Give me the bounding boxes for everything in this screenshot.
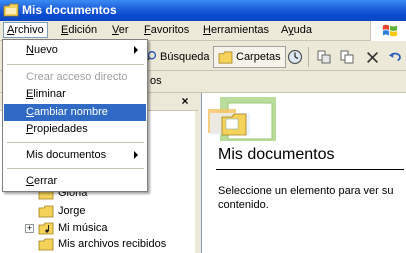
menu-item-mis-documentos[interactable]: Mis documentos [4,147,146,164]
folders-button-label: Carpetas [236,51,281,63]
menu-item-eliminar[interactable]: Eliminar [4,86,146,103]
menu-label-rest: dición [68,24,98,36]
tree-item-label: Mi música [58,222,108,234]
menu-label-rest: rchivo [14,24,44,36]
undo-icon [388,52,401,62]
menu-ayuda[interactable]: Ayuda [281,24,312,36]
submenu-arrow-icon [134,46,138,54]
undo-button[interactable] [387,46,403,68]
copy-to-button[interactable] [339,46,355,68]
file-menu: Nuevo Crear acceso directo Eliminar Camb… [2,39,148,192]
menu-accel: C [26,175,34,187]
menu-separator [7,142,144,143]
expand-icon[interactable]: + [25,224,34,233]
history-icon [287,49,303,65]
menu-separator [7,64,144,65]
menu-accel: N [26,44,34,56]
menu-label-rest: ambiar nombre [33,106,108,118]
delete-button[interactable] [366,46,379,68]
delete-icon [367,51,378,63]
menu-label-rest: er [118,24,129,36]
move-to-button[interactable] [316,46,332,68]
menu-accel: C [26,106,34,118]
menu-item-cerrar[interactable]: Cerrar [4,173,146,190]
content-description: Seleccione un elemento para ver su conte… [218,185,394,211]
menu-accel: V [112,24,119,36]
close-icon[interactable]: × [178,95,192,108]
menu-accel: H [203,24,211,36]
folder-icon [3,3,19,17]
menu-label-rest: avoritos [150,24,190,36]
music-folder-icon [38,222,54,234]
tree-item-mis-archivos[interactable]: Mis archivos recibidos [38,236,166,252]
history-button[interactable] [287,46,303,68]
menu-ver[interactable]: Ver [112,24,129,36]
folder-icon [38,238,54,250]
menu-edicion[interactable]: Edición [61,24,97,36]
menu-label-rest: erramientas [210,24,270,36]
my-documents-banner-icon [208,97,276,141]
menu-separator [7,168,144,169]
window-title: Mis documentos [22,3,117,17]
menu-label-rest: errar [33,175,58,187]
folder-icon [38,205,54,217]
tree-item-mi-musica[interactable]: Mi música [38,220,108,236]
menu-label-rest: liminar [33,88,66,100]
move-to-icon [317,50,331,64]
menu-item-nuevo[interactable]: Nuevo [4,42,146,59]
menu-favoritos[interactable]: Favoritos [144,24,189,36]
menu-archivo[interactable]: Archivo [3,22,48,38]
menu-bar: Archivo Edición Ver Favoritos Herramient… [0,21,406,41]
title-bar[interactable]: Mis documentos [0,0,406,21]
menu-label: Mis documentos [26,149,107,161]
copy-to-icon [340,50,354,64]
tree-item-label: Mis archivos recibidos [58,238,167,250]
windows-logo-icon [382,24,398,37]
folders-icon [218,51,233,63]
search-button[interactable]: Búsqueda [144,46,210,68]
menu-accel: F [144,24,151,36]
content-title: Mis documentos [218,146,335,163]
windows-logo-box [370,21,406,41]
menu-herramientas[interactable]: Herramientas [203,24,269,36]
menu-label-rest: uda [293,24,312,36]
tree-item-jorge[interactable]: Jorge [38,203,86,219]
submenu-arrow-icon [134,151,138,159]
menu-label-rest: ropiedades [33,123,88,135]
menu-label-rest: uevo [33,44,58,56]
address-text: os [150,75,162,87]
menu-item-propiedades[interactable]: Propiedades [4,121,146,138]
search-button-label: Búsqueda [160,51,210,63]
title-divider [216,169,404,170]
toolbar-separator [308,47,309,67]
content-pane: Mis documentos Seleccione un elemento pa… [201,93,406,253]
menu-item-cambiar-nombre[interactable]: Cambiar nombre [4,104,146,121]
tree-item-label: Jorge [58,205,86,217]
menu-item-crear-acceso-directo[interactable]: Crear acceso directo [4,69,146,86]
folders-button[interactable]: Carpetas [213,46,286,68]
